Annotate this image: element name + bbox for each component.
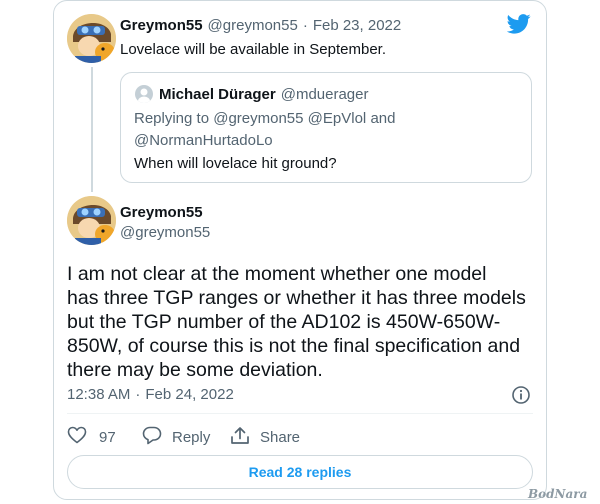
thread-line bbox=[91, 67, 93, 192]
reply-author-row: Michael Dürager @mduerager bbox=[159, 86, 369, 103]
timestamp-row: 12:38 AM · Feb 24, 2022 bbox=[67, 386, 234, 403]
separator: · bbox=[135, 386, 141, 403]
tweet-date[interactable]: Feb 23, 2022 bbox=[313, 17, 401, 34]
avatar[interactable] bbox=[67, 14, 116, 63]
main-author-handle[interactable]: @greymon55 bbox=[120, 224, 210, 241]
avatar-image bbox=[67, 14, 116, 63]
replying-to-prefix: Replying to bbox=[134, 110, 210, 127]
share-button[interactable]: Share bbox=[230, 426, 300, 449]
separator: · bbox=[302, 17, 308, 34]
reply-label: Reply bbox=[172, 429, 211, 446]
reply-button[interactable]: Reply bbox=[142, 426, 210, 449]
like-count: 97 bbox=[99, 428, 116, 446]
tweet-text-line: there may be some deviation. bbox=[67, 359, 323, 381]
info-icon[interactable] bbox=[511, 385, 531, 410]
quoted-tweet-text: Lovelace will be available in September. bbox=[120, 41, 386, 58]
default-avatar-icon bbox=[135, 85, 153, 103]
like-button[interactable]: 97 bbox=[67, 426, 116, 448]
tweet-date[interactable]: Feb 24, 2022 bbox=[145, 386, 233, 403]
tweet-text-line: I am not clear at the moment whether one… bbox=[67, 263, 487, 285]
tweet-text-line: 850W, of course this is not the final sp… bbox=[67, 335, 521, 357]
main-tweet-text: I am not clear at the moment whether one… bbox=[67, 262, 526, 382]
heart-icon bbox=[67, 426, 87, 448]
quoted-tweet-header: Greymon55 @greymon55 · Feb 23, 2022 bbox=[120, 17, 401, 34]
twitter-bird-icon[interactable] bbox=[506, 14, 531, 39]
divider bbox=[67, 413, 533, 414]
avatar-image bbox=[67, 196, 116, 245]
replying-to-and: and bbox=[370, 110, 396, 127]
avatar[interactable] bbox=[67, 196, 116, 245]
author-handle[interactable]: @greymon55 bbox=[208, 17, 298, 34]
reply-author-handle[interactable]: @mduerager bbox=[281, 86, 369, 103]
replying-to-line-1: Replying to @greymon55 @EpVlol and bbox=[134, 110, 395, 127]
reply-text: When will lovelace hit ground? bbox=[134, 155, 337, 172]
mention-epvlol[interactable]: @EpVlol bbox=[308, 110, 367, 127]
tweet-time[interactable]: 12:38 AM bbox=[67, 386, 130, 403]
main-author-name[interactable]: Greymon55 bbox=[120, 204, 203, 221]
mention-greymon55[interactable]: @greymon55 bbox=[213, 110, 303, 127]
author-name[interactable]: Greymon55 bbox=[120, 17, 203, 34]
share-label: Share bbox=[260, 429, 301, 446]
tweet-text-line: has three TGP ranges or whether it has t… bbox=[67, 287, 526, 309]
reply-author-name[interactable]: Michael Dürager bbox=[159, 86, 276, 103]
speech-bubble-icon bbox=[142, 426, 162, 449]
read-replies-button[interactable]: Read 28 replies bbox=[67, 455, 533, 489]
share-upload-icon bbox=[230, 426, 250, 449]
mention-normanhurtadolo[interactable]: @NormanHurtadoLo bbox=[134, 132, 273, 149]
watermark: BodNara bbox=[528, 487, 588, 501]
tweet-text-line: but the TGP number of the AD102 is 450W-… bbox=[67, 311, 501, 333]
